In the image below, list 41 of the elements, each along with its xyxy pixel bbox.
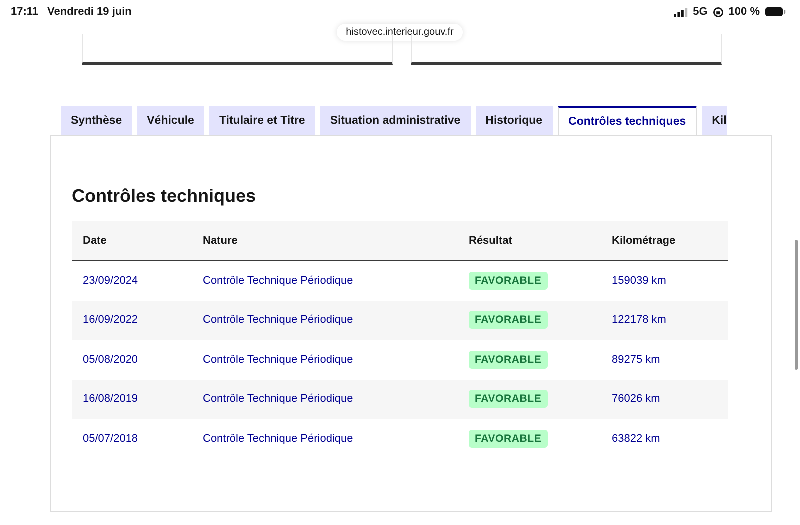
scrollbar[interactable] xyxy=(795,240,798,370)
nature-link[interactable]: Contrôle Technique Périodique xyxy=(203,314,354,326)
date-link[interactable]: 23/09/2024 xyxy=(83,274,138,287)
result-badge: FAVORABLE xyxy=(469,272,548,290)
date-link[interactable]: 16/08/2019 xyxy=(83,393,138,406)
date-link[interactable]: 16/09/2022 xyxy=(83,314,138,326)
result-badge: FAVORABLE xyxy=(469,430,548,448)
nature-link[interactable]: Contrôle Technique Périodique xyxy=(203,393,354,406)
mileage-link[interactable]: 76026 km xyxy=(612,393,660,406)
mileage-link[interactable]: 89275 km xyxy=(612,354,660,366)
column-header: Date xyxy=(83,234,107,246)
date-link[interactable]: 05/07/2018 xyxy=(83,432,138,445)
column-header: Kilométrage xyxy=(612,234,676,246)
mileage-link[interactable]: 159039 km xyxy=(612,274,666,287)
result-badge: FAVORABLE xyxy=(469,311,548,330)
tab[interactable]: Historique xyxy=(476,106,553,135)
mileage-link[interactable]: 122178 km xyxy=(612,314,666,326)
tab[interactable]: Situation administrative xyxy=(320,106,471,135)
tab[interactable]: Contrôles techniques xyxy=(558,106,698,135)
tab[interactable]: Titulaire et Titre xyxy=(209,106,316,135)
url-pill[interactable]: histovec.interieur.gouv.fr xyxy=(337,24,463,41)
rotation-lock-icon xyxy=(712,6,724,18)
status-date: Vendredi 19 juin xyxy=(48,6,132,18)
nature-link[interactable]: Contrôle Technique Périodique xyxy=(203,274,354,287)
mileage-link[interactable]: 63822 km xyxy=(612,432,660,445)
nature-link[interactable]: Contrôle Technique Périodique xyxy=(203,354,354,366)
battery-icon xyxy=(765,7,786,17)
result-badge: FAVORABLE xyxy=(469,390,548,408)
status-time: 17:11 xyxy=(11,6,39,18)
battery-percent: 100 % xyxy=(728,6,760,18)
tab[interactable]: Kil xyxy=(702,106,727,135)
section-title: Contrôles techniques xyxy=(72,186,258,208)
result-badge: FAVORABLE xyxy=(469,350,548,369)
column-header: Nature xyxy=(203,234,238,246)
nature-link[interactable]: Contrôle Technique Périodique xyxy=(203,432,354,445)
tab[interactable]: Synthèse xyxy=(61,106,132,135)
column-header: Résultat xyxy=(469,234,512,246)
date-link[interactable]: 05/08/2020 xyxy=(83,354,138,366)
signal-icon xyxy=(674,8,688,16)
tab[interactable]: Véhicule xyxy=(137,106,204,135)
network-label: 5G xyxy=(693,6,708,18)
